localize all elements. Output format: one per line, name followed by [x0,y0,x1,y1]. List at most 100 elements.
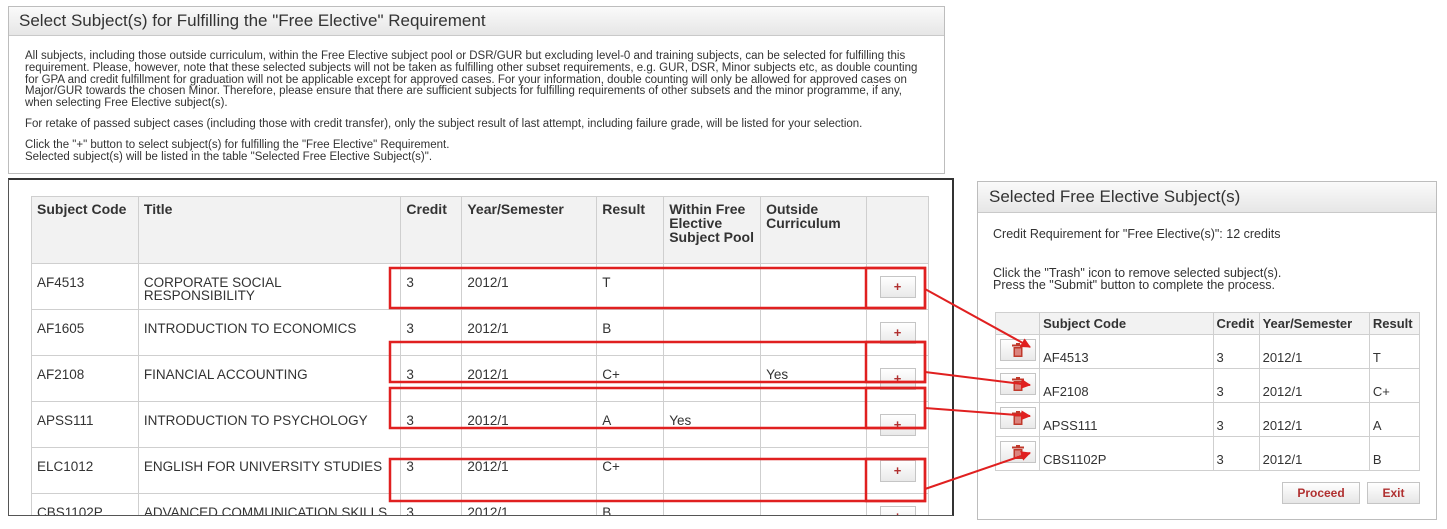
add-subject-button[interactable]: + [879,367,916,390]
col-credit[interactable]: Credit [400,196,463,264]
remove-subject-button[interactable] [999,373,1036,395]
cell-code: AF4513 [1039,334,1214,369]
add-subject-button[interactable]: + [879,413,916,436]
cell-outside [760,309,867,356]
cell-within [663,447,762,494]
table-row: AF4513 CORPORATE SOCIAL RESPONSIBILITY 3… [31,263,929,310]
cell-title: INTRODUCTION TO PSYCHOLOGY [137,401,402,448]
cell-within: Yes [663,401,762,448]
col-credit[interactable]: Credit [1212,312,1260,335]
credit-requirement-text: Credit Requirement for "Free Elective(s)… [993,227,1281,241]
trash-icon [1011,343,1024,357]
cell-result: B [596,309,665,356]
cell-result: B [1368,436,1421,471]
cell-credit: 3 [1212,436,1260,471]
cell-credit: 3 [400,355,463,402]
instruction-text: All subjects, including those outside cu… [9,36,944,163]
cell-remove [994,402,1041,437]
trash-icon [1011,445,1024,459]
col-outside-curriculum[interactable]: Outside Curriculum [760,196,867,264]
remove-subject-button[interactable] [999,441,1036,463]
cell-remove [994,368,1041,403]
cell-year: 2012/1 [1258,334,1370,369]
subjects-table-frame: Subject Code Title Credit Year/Semester … [8,178,954,516]
cell-year: 2012/1 [461,493,598,515]
cell-outside [760,401,867,448]
cell-title: INTRODUCTION TO ECONOMICS [137,309,402,356]
cell-credit: 3 [400,493,463,515]
cell-outside [760,263,867,310]
subjects-table: Subject Code Title Credit Year/Semester … [31,196,929,515]
table-row: AF2108 3 2012/1 C+ [994,368,1421,403]
cell-result: A [596,401,665,448]
cell-year: 2012/1 [461,401,598,448]
add-subject-button[interactable]: + [879,459,916,482]
cell-result: A [1368,402,1421,437]
table-row: AF1605 INTRODUCTION TO ECONOMICS 3 2012/… [31,309,929,356]
cell-title: FINANCIAL ACCOUNTING [137,355,402,402]
cell-code: AF1605 [31,309,139,356]
cell-code: AF2108 [1039,368,1214,403]
cell-add: + [866,309,929,356]
table-row: AF2108 FINANCIAL ACCOUNTING 3 2012/1 C+ … [31,355,929,402]
cell-result: B [596,493,665,515]
cell-credit: 3 [1212,368,1260,403]
selected-subjects-panel: Selected Free Elective Subject(s) Credit… [977,181,1437,520]
cell-result: C+ [1368,368,1421,403]
cell-remove [994,436,1041,471]
cell-within [663,309,762,356]
col-result[interactable]: Result [596,196,665,264]
instruction-line-selected: Selected subject(s) will be listed in th… [25,150,433,163]
cell-code: CBS1102P [1039,436,1214,471]
col-year-semester[interactable]: Year/Semester [1258,312,1370,335]
exit-button[interactable]: Exit [1367,482,1420,504]
cell-year: 2012/1 [461,447,598,494]
cell-year: 2012/1 [1258,402,1370,437]
table-row: CBS1102P 3 2012/1 B [994,436,1421,471]
add-subject-button[interactable]: + [879,505,916,515]
cell-year: 2012/1 [461,355,598,402]
selected-panel-title: Selected Free Elective Subject(s) [978,182,1436,213]
instruction-paragraph-3: Click the "+" button to select subject(s… [25,139,928,164]
subjects-table-header: Subject Code Title Credit Year/Semester … [31,196,929,264]
cell-year: 2012/1 [461,309,598,356]
cell-add: + [866,355,929,402]
remove-subject-button[interactable] [999,407,1036,429]
instruction-paragraph-2: For retake of passed subject cases (incl… [25,117,863,130]
col-title[interactable]: Title [137,196,402,264]
selected-table-header: Subject Code Credit Year/Semester Result [994,312,1421,335]
trash-icon [1011,411,1024,425]
col-subject-code[interactable]: Subject Code [1039,312,1214,335]
table-row: AF4513 3 2012/1 T [994,334,1421,369]
cell-title: ADVANCED COMMUNICATION SKILLS IN CHINESE [137,493,402,515]
col-within-pool[interactable]: Within Free Elective Subject Pool [663,196,762,264]
cell-credit: 3 [400,401,463,448]
col-add [866,196,929,264]
table-row: ELC1012 ENGLISH FOR UNIVERSITY STUDIES 3… [31,447,929,494]
instruction-panel: Select Subject(s) for Fulfilling the "Fr… [8,6,945,174]
add-subject-button[interactable]: + [879,321,916,344]
trash-icon [1011,377,1024,391]
instruction-panel-title: Select Subject(s) for Fulfilling the "Fr… [9,7,944,36]
cell-outside [760,493,867,515]
remove-subject-button[interactable] [999,339,1036,361]
instruction-paragraph-1: All subjects, including those outside cu… [25,50,918,110]
cell-result: T [1368,334,1421,369]
cell-credit: 3 [400,447,463,494]
cell-remove [994,334,1041,369]
add-subject-button[interactable]: + [879,275,916,298]
cell-code: CBS1102P [31,493,139,515]
col-result[interactable]: Result [1368,312,1421,335]
cell-outside: Yes [760,355,867,402]
cell-year: 2012/1 [1258,368,1370,403]
col-year-semester[interactable]: Year/Semester [461,196,598,264]
col-subject-code[interactable]: Subject Code [31,196,139,264]
cell-add: + [866,447,929,494]
cell-year: 2012/1 [461,263,598,310]
cell-within [663,263,762,310]
cell-within [663,493,762,515]
cell-code: AF2108 [31,355,139,402]
cell-result: C+ [596,355,665,402]
proceed-button[interactable]: Proceed [1282,482,1360,504]
cell-credit: 3 [1212,334,1260,369]
